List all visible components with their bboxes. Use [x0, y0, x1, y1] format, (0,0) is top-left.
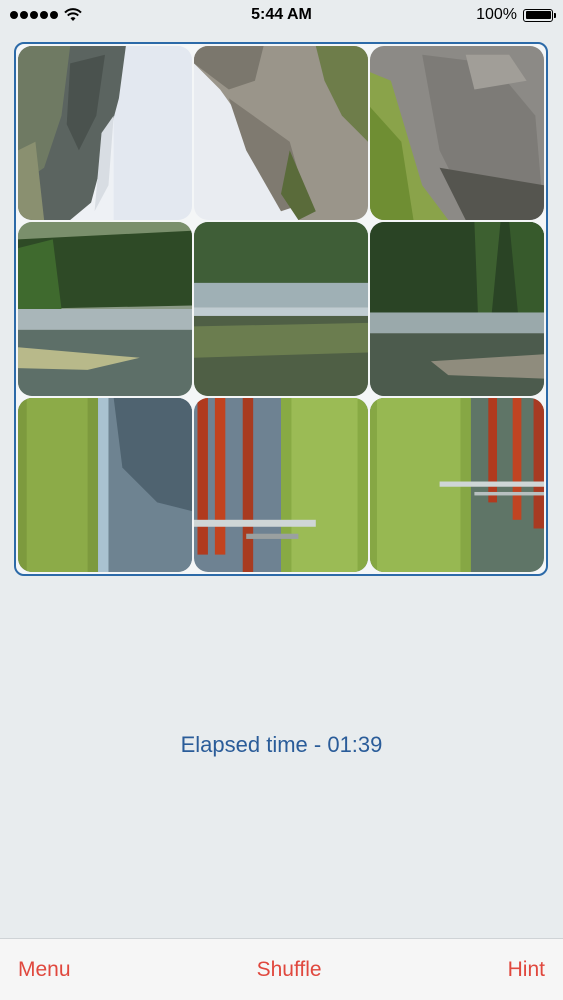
status-right: 100% — [476, 6, 556, 24]
wifi-icon — [64, 8, 82, 21]
puzzle-tile[interactable] — [18, 222, 192, 396]
puzzle-tile[interactable] — [370, 46, 544, 220]
signal-icon — [10, 11, 58, 19]
menu-button[interactable]: Menu — [18, 958, 71, 982]
puzzle-board — [14, 42, 548, 576]
puzzle-tile[interactable] — [18, 398, 192, 572]
puzzle-tile[interactable] — [370, 222, 544, 396]
puzzle-tile[interactable] — [194, 46, 368, 220]
status-bar: 5:44 AM 100% — [0, 0, 563, 30]
battery-percent: 100% — [476, 6, 517, 23]
status-left — [10, 8, 82, 22]
puzzle-tile[interactable] — [370, 398, 544, 572]
puzzle-tile[interactable] — [18, 46, 192, 220]
puzzle-tile[interactable] — [194, 222, 368, 396]
shuffle-button[interactable]: Shuffle — [257, 958, 322, 982]
game-screen: 5:44 AM 100% Elapsed time - 01:39 Menu S… — [0, 0, 563, 1000]
elapsed-time: Elapsed time - 01:39 — [180, 732, 383, 757]
hint-button[interactable]: Hint — [508, 958, 545, 982]
puzzle-tile[interactable] — [194, 398, 368, 572]
bottom-toolbar: Menu Shuffle Hint — [0, 938, 563, 1000]
battery-icon — [523, 8, 556, 22]
